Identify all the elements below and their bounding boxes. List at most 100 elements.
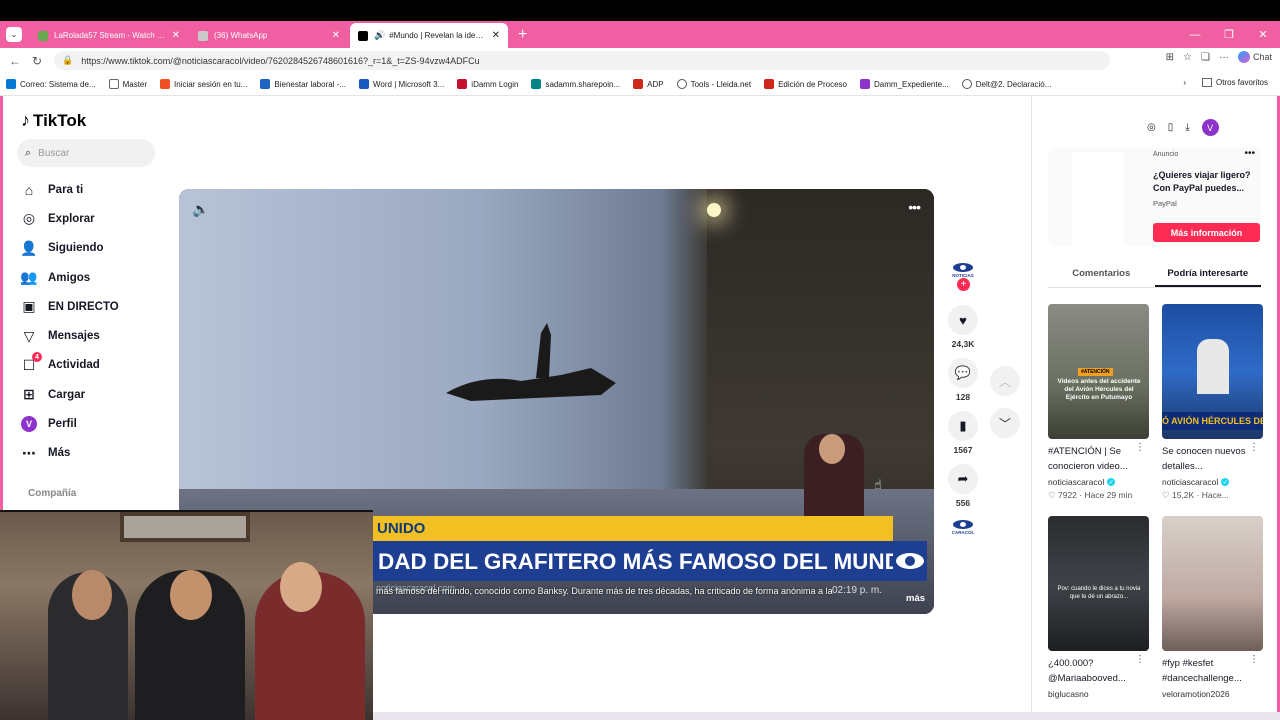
video-card[interactable]: #ATENCIÓN Videos antes del accidente del… (1048, 304, 1149, 501)
share-button[interactable]: ➦ (948, 464, 978, 494)
lock-icon[interactable]: 🔒 (62, 55, 73, 66)
following-icon: 👤 (20, 239, 38, 256)
save-button[interactable]: ▮ (948, 411, 978, 441)
search-icon: ⌕ (25, 146, 32, 159)
video-title: #ATENCIÓN | Se conocieron video... (1048, 446, 1128, 472)
bookmark-item[interactable]: Delt@2. Declaració... (961, 79, 1051, 89)
sidebar-item-cargar[interactable]: ⊞ Cargar (20, 380, 160, 409)
video-card[interactable]: Pov: cuando le dices a tu novia que te d… (1048, 516, 1149, 699)
close-window-icon[interactable]: ✕ (1246, 28, 1280, 41)
sidebar-item-siguiendo[interactable]: 👤 Siguiendo (20, 234, 160, 263)
bookmark-item[interactable]: Word | Microsoft 3... (359, 79, 444, 89)
video-card[interactable]: #fyp #kesfet #dancechallenge... ⋮ velora… (1162, 516, 1263, 699)
video-author[interactable]: noticiascaracol ✓ (1048, 477, 1149, 487)
collections-icon[interactable]: ❏ (1201, 52, 1210, 63)
ad-cta-button[interactable]: Más información (1153, 223, 1260, 242)
share-icon: ➦ (957, 471, 969, 486)
bookmark-item[interactable]: sadamm.sharepoin... (531, 79, 620, 89)
extensions-icon[interactable]: ⊞ (1166, 52, 1174, 63)
user-avatar[interactable]: V (1201, 119, 1219, 136)
device-icon[interactable]: ▯ (1168, 122, 1174, 133)
tab-comentarios[interactable]: Comentarios (1048, 262, 1155, 287)
bookmark-item[interactable]: Damm_Expediente... (860, 79, 949, 89)
minimize-icon[interactable]: — (1178, 29, 1212, 41)
verified-icon: ✓ (1221, 478, 1230, 486)
heart-outline-icon: ♡ (1162, 490, 1172, 500)
bookmark-item[interactable]: Tools - Lleida.net (676, 79, 751, 89)
tiktok-note-icon: ♪ (21, 110, 30, 130)
sidebar-item-mensajes[interactable]: ▽ Mensajes (20, 321, 160, 350)
thumbnail-overlay-text: Pov: cuando le dices a tu novia que te d… (1057, 586, 1141, 600)
video-more-icon[interactable]: ••• (908, 199, 921, 215)
video-title: #fyp #kesfet #dancechallenge... (1162, 658, 1242, 684)
sidebar-item-perfil[interactable]: V Perfil (20, 409, 160, 438)
tiktok-logo[interactable]: ♪ TikTok (21, 110, 86, 131)
tab-podria-interesarte[interactable]: Podría interesarte (1154, 262, 1261, 287)
card-more-icon[interactable]: ⋮ (1135, 654, 1145, 665)
close-tab-icon[interactable]: ✕ (332, 30, 340, 41)
like-button[interactable]: ♥ (948, 305, 978, 335)
browser-tab-3[interactable]: 🔊 #Mundo | Revelan la identidad ✕ (350, 23, 508, 48)
bookmark-item[interactable]: Master (108, 79, 147, 89)
volume-icon[interactable]: 🔈 (192, 201, 209, 218)
sidebar-nav: ⌂ Para ti ◎ Explorar 👤 Siguiendo 👥 Amigos ▣ E… (20, 175, 160, 468)
card-more-icon[interactable]: ⋮ (1249, 442, 1259, 453)
footer-company-heading[interactable]: Compañía (28, 488, 76, 499)
video-meta: ♡ 7922 · Hace 29 min (1048, 490, 1133, 500)
favorites-icon[interactable]: ☆ (1183, 52, 1192, 63)
download-icon[interactable]: ⤓ (1185, 122, 1189, 133)
folder-icon (108, 79, 119, 89)
bookmark-favicon-icon (764, 79, 775, 89)
bookmark-item[interactable]: Iniciar sesión en tu... (160, 79, 247, 89)
address-bar-row: ← ↻ 🔒 https://www.tiktok.com/@noticiasca… (0, 48, 1280, 73)
settings-more-icon[interactable]: ··· (1219, 52, 1229, 63)
video-card[interactable]: Ó AVIÓN HÉRCULES DE Se conocen nuevos de… (1162, 304, 1263, 501)
sidebar-item-para-ti[interactable]: ⌂ Para ti (20, 175, 160, 204)
card-more-icon[interactable]: ⋮ (1135, 442, 1145, 453)
previous-video-button[interactable]: ︿ (990, 366, 1020, 396)
search-input[interactable]: ⌕ Buscar (17, 139, 155, 167)
sidebar-item-en-directo[interactable]: ▣ EN DIRECTO (20, 292, 160, 321)
ad-more-icon[interactable]: ••• (1244, 148, 1255, 159)
video-author[interactable]: noticiascaracol ✓ (1162, 477, 1263, 487)
video-author[interactable]: biglucasno (1048, 689, 1149, 699)
video-author[interactable]: veloramotion2026 (1162, 689, 1263, 699)
caption-more-link[interactable]: más (906, 593, 925, 604)
browser-tab-2[interactable]: (36) WhatsApp ✕ (190, 23, 348, 48)
card-more-icon[interactable]: ⋮ (1249, 654, 1259, 665)
url-field[interactable]: 🔒 https://www.tiktok.com/@noticiascaraco… (54, 51, 1110, 70)
back-icon[interactable]: ← (4, 54, 26, 68)
bookmark-item[interactable]: Correo: Sistema de... (6, 79, 96, 89)
tab-actions-menu-icon[interactable]: ⌄ (6, 27, 22, 42)
browser-tab-1[interactable]: LaRolada57 Stream - Watch Live o ✕ (30, 23, 188, 48)
new-tab-icon[interactable]: + (518, 26, 527, 44)
chevron-right-icon[interactable]: › (1183, 78, 1186, 87)
close-tab-icon[interactable]: ✕ (492, 30, 500, 41)
other-favorites[interactable]: › Otros favoritos (1183, 78, 1268, 87)
sidebar-item-explorar[interactable]: ◎ Explorar (20, 204, 160, 233)
messages-icon: ▽ (23, 327, 35, 344)
video-thumbnail: Pov: cuando le dices a tu novia que te d… (1048, 516, 1149, 651)
tab-title: LaRolada57 Stream - Watch Live o (54, 31, 168, 40)
speaker-icon[interactable]: 🔊 (374, 30, 385, 41)
next-video-button[interactable]: ﹀ (990, 408, 1020, 438)
compass-icon[interactable]: ◎ (1147, 122, 1156, 133)
bookmark-item[interactable]: iDamm Login (457, 79, 518, 89)
restore-icon[interactable]: ❐ (1212, 28, 1246, 41)
ad-card[interactable]: Anuncio ••• ¿Quieres viajar ligero? Con … (1048, 148, 1261, 246)
bookmark-item[interactable]: Edición de Proceso (764, 79, 847, 89)
reload-icon[interactable]: ↻ (26, 54, 48, 68)
sound-disc-icon[interactable]: CARACOL (952, 516, 974, 538)
close-tab-icon[interactable]: ✕ (172, 30, 180, 41)
sidebar-item-mas[interactable]: ⋯ Más (20, 439, 160, 468)
creator-avatar[interactable]: NOTICIAS + (951, 258, 975, 291)
follow-plus-icon[interactable]: + (957, 278, 970, 291)
comment-button[interactable]: 💬 (948, 358, 978, 388)
bookmark-item[interactable]: Bienestar laboral -... (260, 79, 346, 89)
video-actions: NOTICIAS + ♥ 24,3K 💬 128 ▮ 1567 ➦ 556 CA… (943, 258, 983, 538)
bookmark-item[interactable]: ADP (633, 79, 664, 89)
globe-icon (961, 79, 972, 89)
sidebar-item-amigos[interactable]: 👥 Amigos (20, 263, 160, 292)
chat-button[interactable]: Chat (1237, 51, 1272, 63)
sidebar-item-actividad[interactable]: ☐ 4 Actividad (20, 351, 160, 380)
